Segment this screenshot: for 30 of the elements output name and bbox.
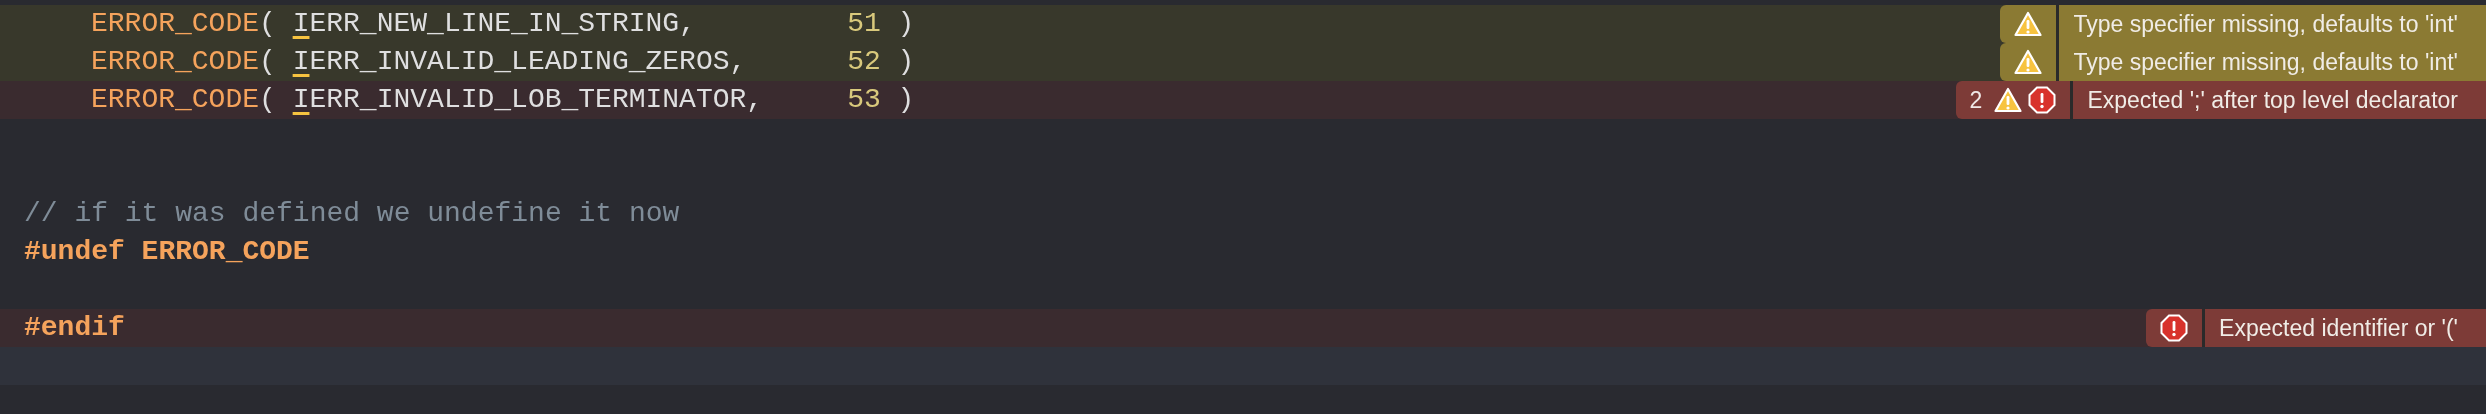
number-literal: 51 — [847, 8, 881, 39]
macro-name: ERROR_CODE — [91, 8, 260, 39]
issue-badge[interactable] — [2146, 309, 2203, 347]
identifier: ERR_INVALID_LEADING_ZEROS, — [309, 45, 748, 79]
code-comment: // if it was defined we undefine it now — [24, 198, 680, 229]
parenthesis: ) — [896, 84, 915, 115]
parenthesis: ( — [259, 46, 277, 77]
parenthesis: ) — [896, 8, 915, 39]
macro-name: ERROR_CODE — [91, 46, 260, 77]
parenthesis: ) — [896, 46, 915, 77]
issue-count: 2 — [1969, 85, 1983, 115]
issue-message: Expected identifier or '(' — [2205, 309, 2486, 347]
issue-message: Type specifier missing, defaults to 'int' — [2059, 43, 2486, 81]
issue-message: Type specifier missing, defaults to 'int' — [2059, 5, 2486, 43]
marked-letter: I — [292, 8, 310, 39]
number-literal: 53 — [847, 84, 881, 115]
parenthesis: ( — [259, 8, 277, 39]
issue-badge[interactable] — [2000, 5, 2057, 43]
identifier: ERR_INVALID_LOB_TERMINATOR, — [309, 83, 765, 117]
preprocessor-directive: #endif — [24, 312, 125, 343]
marked-letter: I — [292, 46, 310, 77]
issue-message: Expected ';' after top level declarator — [2073, 81, 2486, 119]
macro-name: ERROR_CODE — [91, 84, 260, 115]
issue-badge[interactable]: 2 — [1955, 81, 2071, 119]
parenthesis: ( — [259, 84, 277, 115]
marked-letter: I — [292, 84, 310, 115]
identifier: ERR_NEW_LINE_IN_STRING, — [309, 7, 697, 41]
preprocessor-directive: #undef ERROR_CODE — [24, 236, 310, 267]
issue-badge[interactable] — [2000, 43, 2057, 81]
number-literal: 52 — [847, 46, 881, 77]
